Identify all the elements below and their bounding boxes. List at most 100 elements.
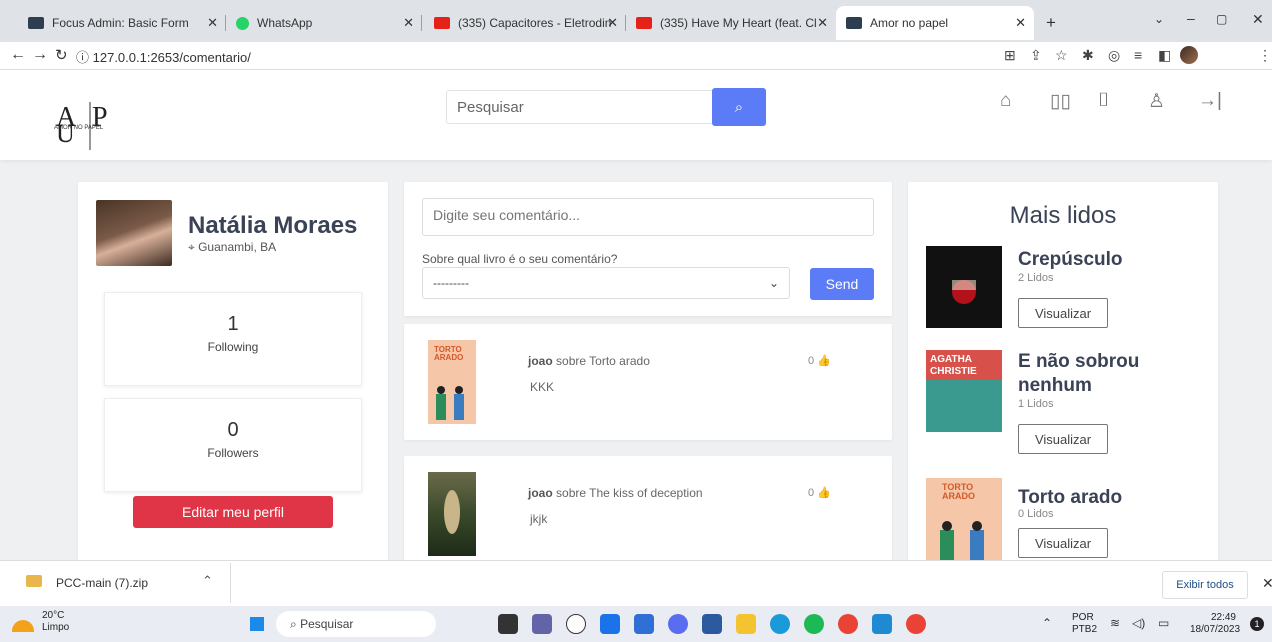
tray-expand-icon[interactable]: ⌃ xyxy=(1042,616,1052,630)
book-title[interactable]: Torto arado xyxy=(1018,486,1198,510)
reading-list-icon[interactable]: ≡ xyxy=(1134,47,1142,63)
home-icon[interactable]: ⌂ xyxy=(1000,90,1011,112)
thumbs-up-icon[interactable]: 👍 xyxy=(817,355,831,367)
chevron-up-icon[interactable]: ⌃ xyxy=(202,573,213,589)
close-tab-icon[interactable]: ✕ xyxy=(207,15,218,31)
url-text: 127.0.0.1:2653/comentario/ xyxy=(92,50,251,65)
sidepanel-icon[interactable]: ◧ xyxy=(1158,47,1171,64)
browser-tab[interactable]: Focus Admin: Basic Form ✕ xyxy=(18,6,226,40)
close-tab-icon[interactable]: ✕ xyxy=(607,15,618,31)
chrome-profile-icon[interactable] xyxy=(906,614,926,634)
forward-icon[interactable]: → xyxy=(32,46,48,64)
book-title[interactable]: E não sobrou nenhum xyxy=(1018,350,1198,398)
dell-icon[interactable] xyxy=(566,614,586,634)
back-icon[interactable]: ← xyxy=(10,46,26,64)
book-cover-e-nao-sobrou-nenhum[interactable]: AGATHA CHRISTIE xyxy=(926,350,1002,432)
book-cover-torto-arado[interactable]: TORTO ARADO xyxy=(428,340,476,424)
user-icon[interactable]: ♙ xyxy=(1148,90,1165,113)
edit-profile-button[interactable]: Editar meu perfil xyxy=(133,496,333,528)
book-cover-torto-arado[interactable]: TORTO ARADO xyxy=(926,478,1002,560)
book-icon[interactable]: ▯▯ xyxy=(1050,90,1071,113)
language-indicator[interactable]: POR PTB2 xyxy=(1072,612,1097,636)
bookmark-icon[interactable]: ⌷ xyxy=(1098,90,1109,112)
browser-tab[interactable]: WhatsApp ✕ xyxy=(226,6,422,40)
clock-time: 22:49 xyxy=(1210,612,1236,623)
view-book-button[interactable]: Visualizar xyxy=(1018,298,1108,328)
search-icon: ⌕ xyxy=(734,98,744,116)
teams-icon[interactable] xyxy=(532,614,552,634)
followers-box[interactable]: 0 Followers xyxy=(104,398,362,492)
post-user[interactable]: joao xyxy=(528,486,553,500)
view-book-button[interactable]: Visualizar xyxy=(1018,528,1108,558)
search-button[interactable]: ⌕ xyxy=(712,88,766,126)
logout-icon[interactable]: →| xyxy=(1198,90,1222,112)
book-cover-crepusculo[interactable] xyxy=(926,246,1002,328)
chrome-icon[interactable] xyxy=(838,614,858,634)
following-count: 1 xyxy=(227,313,239,335)
book-select[interactable]: --------- ⌄ xyxy=(422,267,790,299)
vscode-icon[interactable] xyxy=(872,614,892,634)
clock[interactable]: 22:49 18/07/2023 xyxy=(1190,612,1240,636)
search-input[interactable] xyxy=(446,90,714,124)
url-field[interactable]: ⓘ 127.0.0.1:2653/comentario/ xyxy=(76,47,251,66)
profile-avatar-icon[interactable] xyxy=(1180,46,1198,64)
book-cover-kiss-of-deception[interactable] xyxy=(428,472,476,556)
whatsapp-icon xyxy=(236,16,249,30)
like-count[interactable]: 0 👍 xyxy=(808,354,831,367)
wifi-icon[interactable]: ≋ xyxy=(1110,616,1120,630)
profile-name: Natália Moraes xyxy=(188,212,358,239)
bookmark-star-icon[interactable]: ☆ xyxy=(1055,47,1068,64)
comment-input[interactable] xyxy=(422,198,874,236)
restore-icon[interactable]: ▢ xyxy=(1216,12,1227,26)
taskbar-search[interactable]: ⌕ Pesquisar xyxy=(276,611,436,637)
notification-badge[interactable]: 1 xyxy=(1250,617,1264,631)
share-icon[interactable]: ⇪ xyxy=(1030,47,1042,64)
battery-icon[interactable]: ▭ xyxy=(1158,616,1169,630)
extension-icon[interactable]: ✱ xyxy=(1082,47,1094,64)
show-all-downloads-button[interactable]: Exibir todos xyxy=(1162,571,1248,599)
browser-tab[interactable]: (335) Have My Heart (feat. Cl ✕ xyxy=(626,6,836,40)
download-file-name[interactable]: PCC-main (7).zip xyxy=(56,576,148,590)
close-window-icon[interactable]: ✕ xyxy=(1252,11,1264,28)
volume-icon[interactable]: ◁) xyxy=(1132,616,1145,630)
translate-icon[interactable]: ⊞ xyxy=(1004,47,1016,64)
following-box[interactable]: 1 Following xyxy=(104,292,362,386)
minimize-icon[interactable]: – xyxy=(1187,10,1195,26)
location-text: Guanambi, BA xyxy=(198,240,277,254)
post-user[interactable]: joao xyxy=(528,354,553,368)
thumbs-up-icon[interactable]: 👍 xyxy=(817,487,831,499)
profile-location: ⌖ Guanambi, BA xyxy=(188,240,276,255)
view-book-button[interactable]: Visualizar xyxy=(1018,424,1108,454)
extension2-icon[interactable]: ◎ xyxy=(1108,47,1120,64)
info-icon[interactable]: ⓘ xyxy=(76,50,93,65)
svg-text:AMOR NO PAPEL: AMOR NO PAPEL xyxy=(54,125,104,131)
search-icon: ⌕ xyxy=(290,617,301,631)
mail-icon[interactable] xyxy=(600,614,620,634)
close-tab-icon[interactable]: ✕ xyxy=(1015,15,1026,31)
support-icon[interactable] xyxy=(702,614,722,634)
send-button[interactable]: Send xyxy=(810,268,874,300)
browser-tab[interactable]: (335) Capacitores - Eletrodin ✕ xyxy=(424,6,626,40)
file-explorer-icon[interactable] xyxy=(736,614,756,634)
svg-text:AGATHA: AGATHA xyxy=(930,354,972,365)
close-tab-icon[interactable]: ✕ xyxy=(403,15,414,31)
taskview-icon[interactable] xyxy=(498,614,518,634)
new-tab-icon[interactable]: + xyxy=(1046,13,1056,33)
close-tab-icon[interactable]: ✕ xyxy=(817,15,828,31)
avatar xyxy=(96,200,172,266)
tab-search-icon[interactable]: ⌄ xyxy=(1154,12,1164,26)
store-icon[interactable] xyxy=(634,614,654,634)
popular-book-item: AGATHA CHRISTIE E não sobrou nenhum 1 Li… xyxy=(926,350,1206,460)
spotify-icon[interactable] xyxy=(804,614,824,634)
reload-icon[interactable]: ↻ xyxy=(55,46,68,64)
like-count[interactable]: 0 👍 xyxy=(808,486,831,499)
weather-widget[interactable]: 20°C Limpo xyxy=(12,610,69,634)
logo[interactable]: A P U AMOR NO PAPEL xyxy=(54,96,144,152)
menu-icon[interactable]: ⋮ xyxy=(1258,47,1272,64)
edge-icon[interactable] xyxy=(770,614,790,634)
book-title[interactable]: Crepúsculo xyxy=(1018,248,1198,272)
windows-start-icon[interactable] xyxy=(248,615,266,633)
browser-tab-active[interactable]: Amor no papel ✕ xyxy=(836,6,1034,40)
app-icon[interactable] xyxy=(668,614,688,634)
close-download-bar-icon[interactable]: ✕ xyxy=(1262,575,1272,592)
